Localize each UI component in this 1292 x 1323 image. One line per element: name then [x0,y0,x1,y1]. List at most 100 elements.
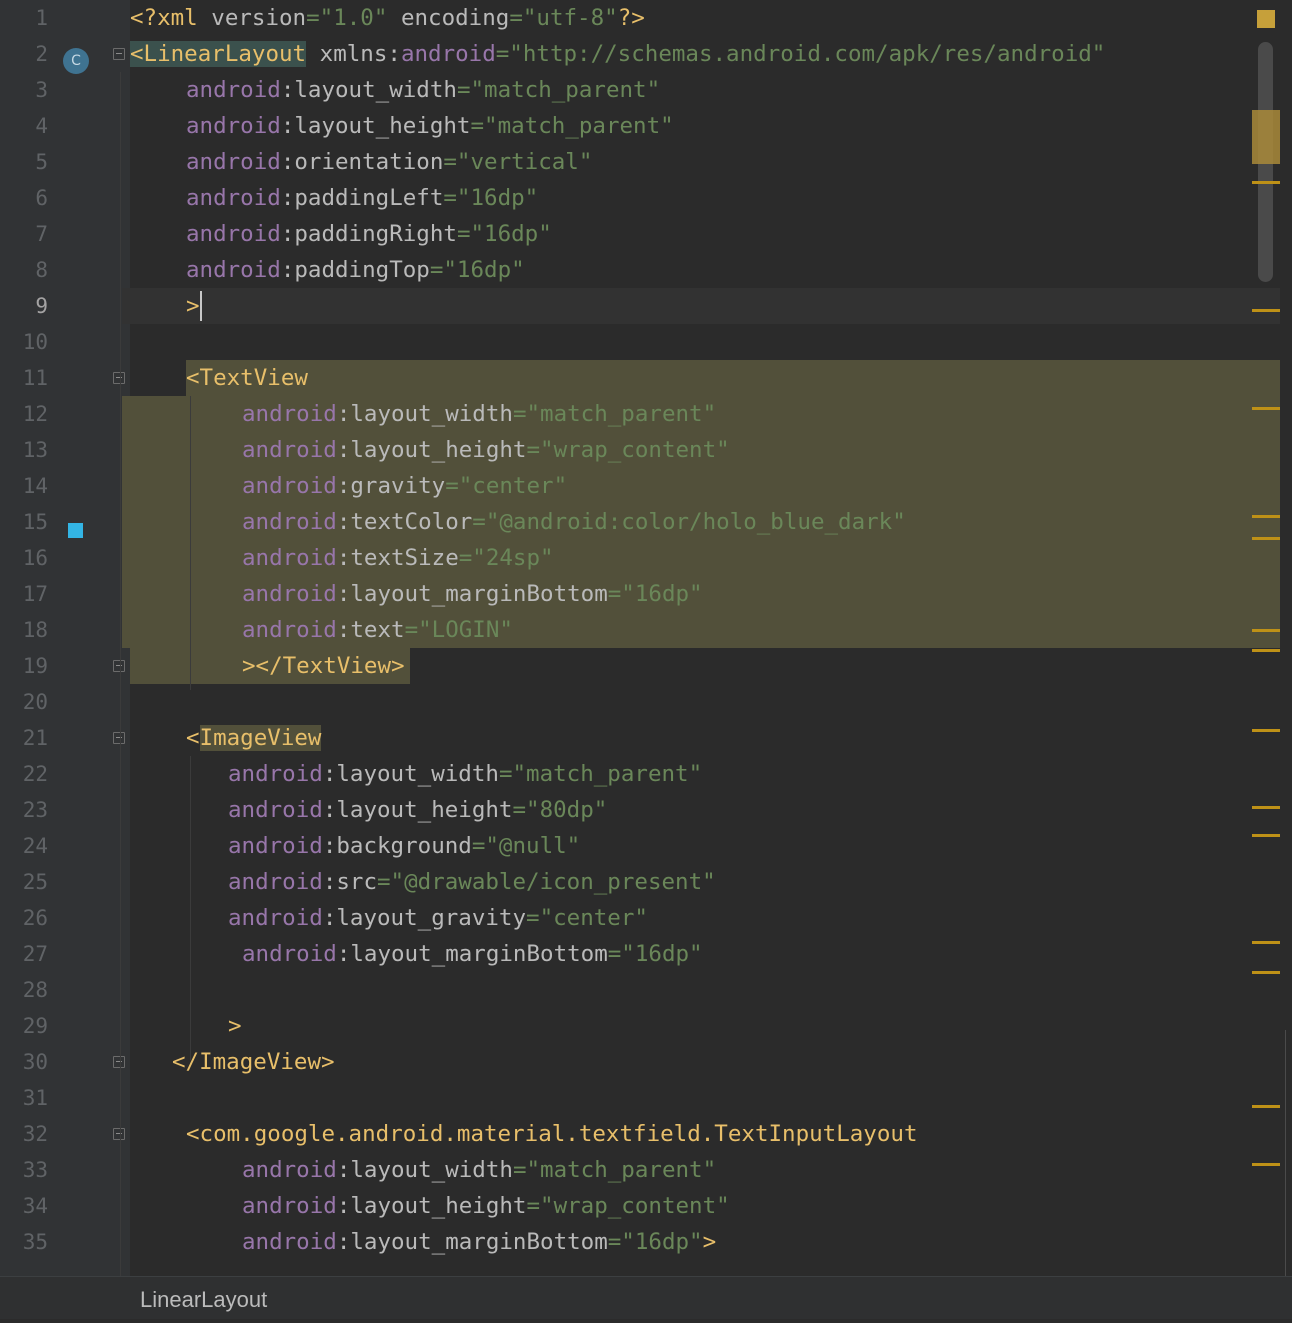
line-number[interactable]: 30 [0,1044,48,1080]
class-icon[interactable]: C [63,48,89,74]
code-line[interactable]: android:text="LOGIN" [122,612,1280,648]
code-line[interactable]: android:textColor="@android:color/holo_b… [122,504,1280,540]
line-number[interactable]: 29 [0,1008,48,1044]
line-number[interactable]: 23 [0,792,48,828]
scroll-marker[interactable] [1252,806,1280,809]
code-line[interactable]: <ImageView [122,720,1280,756]
fold-icon[interactable] [113,732,125,744]
line-number[interactable]: 28 [0,972,48,1008]
scroll-marker[interactable] [1252,971,1280,974]
code-line[interactable]: android:textSize="24sp" [122,540,1280,576]
code-line[interactable]: android:background="@null" [122,828,1280,864]
scroll-marker[interactable] [1252,407,1280,410]
code-line[interactable]: android:orientation="vertical" [122,144,1280,180]
code-line[interactable] [122,684,1280,720]
code-line[interactable]: android:layout_height="match_parent" [122,108,1280,144]
line-number[interactable]: 14 [0,468,48,504]
code-line[interactable]: <?xml version="1.0" encoding="utf-8"?> [122,0,1280,36]
code-token: > [228,1013,242,1039]
line-number[interactable]: 19 [0,648,48,684]
scroll-marker[interactable] [1252,181,1280,184]
scroll-marker[interactable] [1252,537,1280,540]
code-line[interactable]: android:layout_marginBottom="16dp" [122,576,1280,612]
breadcrumb-item-linearlayout[interactable]: LinearLayout [140,1277,267,1319]
fold-icon[interactable] [113,48,125,60]
code-line[interactable]: android:layout_height="wrap_content" [122,1188,1280,1224]
scroll-marker[interactable] [1252,941,1280,944]
code-editor[interactable]: <?xml version="1.0" encoding="utf-8"?> <L… [0,0,1292,1276]
code-line[interactable]: android:layout_width="match_parent" [122,396,1280,432]
code-line[interactable] [122,324,1280,360]
line-number[interactable]: 17 [0,576,48,612]
line-number[interactable]: 12 [0,396,48,432]
code-line[interactable]: android:layout_height="80dp" [122,792,1280,828]
line-number[interactable]: 33 [0,1152,48,1188]
code-line[interactable]: android:paddingLeft="16dp" [122,180,1280,216]
line-number[interactable]: 3 [0,72,48,108]
line-number[interactable]: 18 [0,612,48,648]
scroll-marker[interactable] [1252,309,1280,312]
code-line[interactable]: android:layout_marginBottom="16dp" [122,936,1280,972]
line-number[interactable]: 4 [0,108,48,144]
code-line[interactable]: android:layout_width="match_parent" [122,756,1280,792]
fold-icon[interactable] [113,1128,125,1140]
line-number[interactable]: 21 [0,720,48,756]
code-line[interactable]: android:layout_marginBottom="16dp"> [122,1224,1280,1260]
line-number[interactable]: 27 [0,936,48,972]
code-line[interactable]: ></TextView> [122,648,1280,684]
line-number[interactable]: 1 [0,0,48,36]
line-number[interactable]: 6 [0,180,48,216]
code-line[interactable]: android:gravity="center" [122,468,1280,504]
line-number[interactable]: 5 [0,144,48,180]
line-number[interactable]: 16 [0,540,48,576]
scroll-marker[interactable] [1252,515,1280,518]
scroll-marker[interactable] [1252,729,1280,732]
line-number[interactable]: 13 [0,432,48,468]
line-number[interactable]: 32 [0,1116,48,1152]
code-line[interactable]: </ImageView> [122,1044,1280,1080]
fold-icon[interactable] [113,372,125,384]
line-number[interactable]: 9 [0,288,48,324]
code-line[interactable] [122,1080,1280,1116]
code-token: android [186,149,281,175]
inspection-status-icon[interactable] [1257,10,1275,28]
line-number[interactable]: 10 [0,324,48,360]
line-number[interactable]: 25 [0,864,48,900]
code-line[interactable]: android:layout_width="match_parent" [122,1152,1280,1188]
code-line[interactable]: android:layout_height="wrap_content" [122,432,1280,468]
line-number[interactable]: 34 [0,1188,48,1224]
code-line[interactable]: <LinearLayout xmlns:android="http://sche… [122,36,1280,72]
code-token: android [400,41,496,67]
line-number[interactable]: 20 [0,684,48,720]
code-area[interactable]: <?xml version="1.0" encoding="utf-8"?> <L… [122,0,1280,1276]
code-line[interactable]: android:layout_width="match_parent" [122,72,1280,108]
code-line[interactable]: android:paddingRight="16dp" [122,216,1280,252]
code-line[interactable]: > [122,1008,1280,1044]
code-line[interactable]: > [122,288,1280,324]
fold-icon[interactable] [113,660,125,672]
code-line[interactable]: <TextView [122,360,1280,396]
scroll-marker[interactable] [1252,834,1280,837]
line-number[interactable]: 35 [0,1224,48,1260]
code-line[interactable]: <com.google.android.material.textfield.T… [122,1116,1280,1152]
color-preview-icon[interactable] [68,523,83,538]
code-line[interactable]: android:layout_gravity="center" [122,900,1280,936]
scroll-marker[interactable] [1252,1163,1280,1166]
scroll-marker[interactable] [1252,629,1280,632]
line-number[interactable]: 2 [0,36,48,72]
code-line[interactable]: android:paddingTop="16dp" [122,252,1280,288]
code-line[interactable]: android:src="@drawable/icon_present" [122,864,1280,900]
line-number[interactable]: 7 [0,216,48,252]
line-number[interactable]: 24 [0,828,48,864]
line-number[interactable]: 8 [0,252,48,288]
line-number[interactable]: 15 [0,504,48,540]
line-number[interactable]: 26 [0,900,48,936]
scroll-marker[interactable] [1252,110,1280,164]
code-line[interactable] [122,972,1280,1008]
scroll-marker[interactable] [1252,1105,1280,1108]
line-number[interactable]: 22 [0,756,48,792]
scroll-marker[interactable] [1252,649,1280,652]
fold-icon[interactable] [113,1056,125,1068]
line-number[interactable]: 11 [0,360,48,396]
line-number[interactable]: 31 [0,1080,48,1116]
